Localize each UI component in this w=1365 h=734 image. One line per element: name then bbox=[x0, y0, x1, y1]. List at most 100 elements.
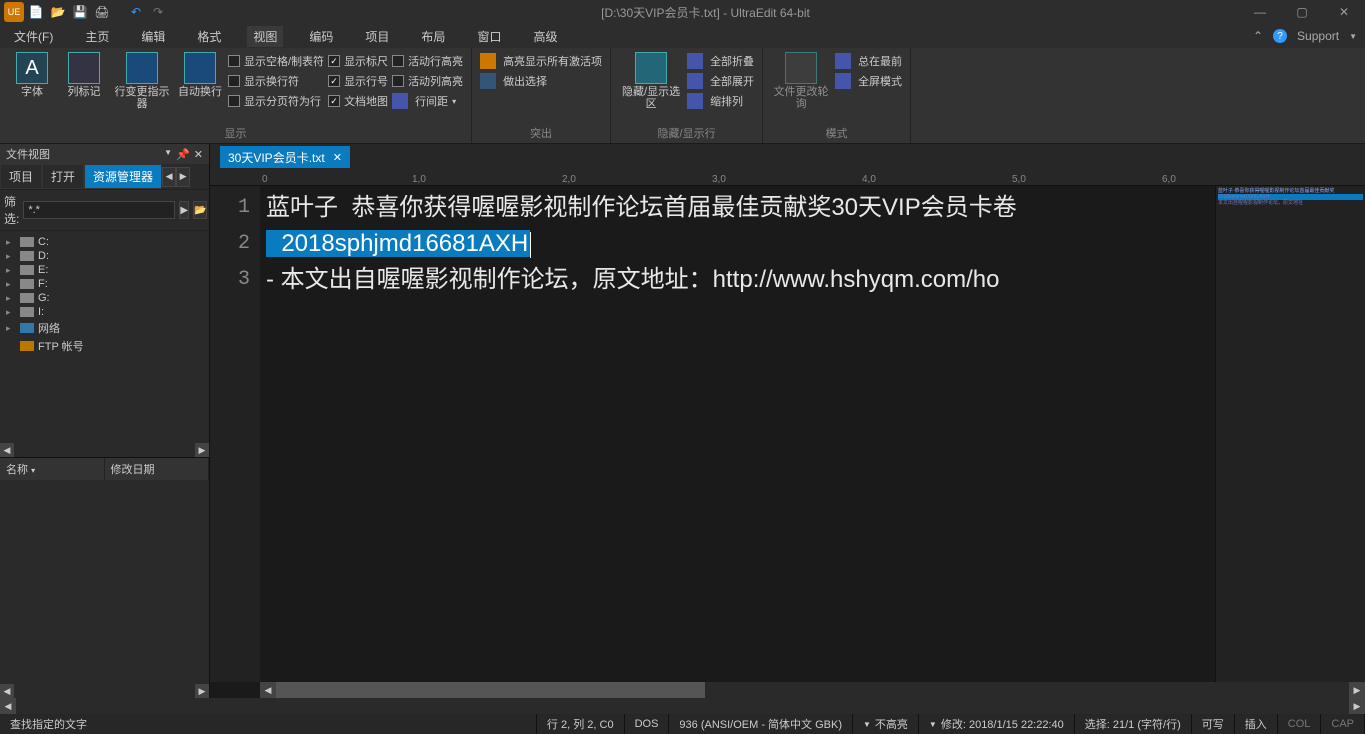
panel-close-icon[interactable]: ✕ bbox=[194, 148, 203, 161]
menu-file[interactable]: 文件(F) bbox=[8, 26, 59, 47]
chk-hl-active-line[interactable]: 活动行高亮 bbox=[392, 52, 463, 70]
drive-icon bbox=[20, 307, 34, 317]
editor-hscroll[interactable]: ◀▶ bbox=[260, 682, 1365, 698]
menu-home[interactable]: 主页 bbox=[79, 26, 115, 47]
app-icon: UE bbox=[4, 2, 24, 22]
line-indicator-button[interactable]: 行变更指示器 bbox=[112, 52, 172, 110]
status-insert[interactable]: 插入 bbox=[1235, 714, 1278, 734]
status-encoding[interactable]: 936 (ANSI/OEM - 简体中文 GBK) bbox=[669, 714, 853, 734]
panel-tab-next[interactable]: ▶ bbox=[176, 167, 190, 187]
open-file-icon[interactable]: 📂 bbox=[48, 2, 68, 22]
tree-drive-i[interactable]: ▸I: bbox=[6, 305, 203, 319]
menu-encode[interactable]: 编码 bbox=[303, 26, 339, 47]
tree-network[interactable]: ▸网络 bbox=[6, 319, 203, 337]
drive-tree[interactable]: ▸C: ▸D: ▸E: ▸F: ▸G: ▸I: ▸网络 FTP 帐号 bbox=[0, 231, 209, 443]
panel-tab-prev[interactable]: ◀ bbox=[162, 167, 176, 187]
file-list[interactable] bbox=[0, 480, 209, 684]
panel-title-bar: 文件视图 ▼ 📌 ✕ bbox=[0, 144, 209, 164]
highlight-icon bbox=[480, 53, 496, 69]
drive-icon bbox=[20, 237, 34, 247]
close-button[interactable]: ✕ bbox=[1323, 0, 1365, 24]
list-hscroll[interactable]: ◀▶ bbox=[0, 684, 209, 698]
list-header: 名称 ▾ 修改日期 bbox=[0, 457, 209, 480]
shrink-list[interactable]: 缩排列 bbox=[687, 92, 754, 110]
document-tab-close-icon[interactable]: ✕ bbox=[333, 151, 342, 164]
print-icon[interactable]: 🖨 bbox=[92, 2, 112, 22]
maximize-button[interactable]: ▢ bbox=[1281, 0, 1323, 24]
support-dropdown-icon[interactable]: ▼ bbox=[1349, 32, 1357, 41]
save-icon[interactable]: 💾 bbox=[70, 2, 90, 22]
drive-icon bbox=[20, 279, 34, 289]
panel-menu-icon[interactable]: ▼ bbox=[164, 148, 172, 161]
redo-icon[interactable]: ↷ bbox=[148, 2, 168, 22]
status-highlight[interactable]: ▼不高亮 bbox=[853, 714, 919, 734]
col-date[interactable]: 修改日期 bbox=[105, 458, 210, 480]
menu-advanced[interactable]: 高级 bbox=[527, 26, 563, 47]
code-area[interactable]: 蓝叶子 恭喜你获得喔喔影视制作论坛首届最佳贡献奖30天VIP会员卡卷 2018s… bbox=[260, 186, 1215, 682]
shrink-icon bbox=[687, 93, 703, 109]
filter-go-button[interactable]: ▶ bbox=[179, 201, 189, 219]
fold-all[interactable]: 全部折叠 bbox=[687, 52, 754, 70]
minimap[interactable]: 蓝叶子 恭喜你获得喔喔影视制作论坛首届最佳贡献奖 2018sphjmd16681… bbox=[1215, 186, 1365, 682]
chk-hl-active-col[interactable]: 活动列高亮 bbox=[392, 72, 463, 90]
status-readwrite[interactable]: 可写 bbox=[1192, 714, 1235, 734]
selection: 2018sphjmd16681AXH bbox=[266, 230, 530, 257]
tree-drive-d[interactable]: ▸D: bbox=[6, 249, 203, 263]
tree-drive-e[interactable]: ▸E: bbox=[6, 263, 203, 277]
hl-all-active[interactable]: 高亮显示所有激活项 bbox=[480, 52, 602, 70]
always-on-top[interactable]: 总在最前 bbox=[835, 52, 902, 70]
chk-show-spaces[interactable]: 显示空格/制表符 bbox=[228, 52, 324, 70]
menu-layout[interactable]: 布局 bbox=[415, 26, 451, 47]
group-hide-show: 隐藏/显示选区 全部折叠 全部展开 缩排列 隐藏/显示行 bbox=[611, 48, 763, 143]
panel-title: 文件视图 bbox=[6, 146, 50, 162]
window-title: [D:\30天VIP会员卡.txt] - UltraEdit 64-bit bbox=[172, 4, 1239, 21]
font-button[interactable]: A字体 bbox=[8, 52, 56, 98]
ontop-icon bbox=[835, 53, 851, 69]
chk-show-wrap[interactable]: 显示换行符 bbox=[228, 72, 324, 90]
app-hscroll[interactable]: ◀▶ bbox=[0, 698, 1365, 714]
panel-tab-open[interactable]: 打开 bbox=[42, 164, 84, 189]
panel-tabs: 项目 打开 资源管理器 bbox=[0, 164, 162, 189]
help-icon[interactable]: ? bbox=[1273, 29, 1287, 43]
status-col-mode[interactable]: COL bbox=[1278, 714, 1322, 734]
filter-input[interactable] bbox=[23, 201, 175, 219]
panel-tab-explorer[interactable]: 资源管理器 bbox=[84, 164, 162, 189]
tree-drive-g[interactable]: ▸G: bbox=[6, 291, 203, 305]
ribbon-collapse-icon[interactable]: ⌃ bbox=[1253, 29, 1263, 43]
menu-format[interactable]: 格式 bbox=[191, 26, 227, 47]
chk-show-pagebreak[interactable]: 显示分页符为行 bbox=[228, 92, 324, 110]
group-mode: 文件更改轮询 总在最前 全屏模式 模式 bbox=[763, 48, 911, 143]
chk-show-lineno[interactable]: 显示行号 bbox=[328, 72, 388, 90]
window-controls: — ▢ ✕ bbox=[1239, 0, 1365, 24]
panel-tab-project[interactable]: 项目 bbox=[0, 164, 42, 189]
column-marker-button[interactable]: 列标记 bbox=[60, 52, 108, 98]
unfold-all[interactable]: 全部展开 bbox=[687, 72, 754, 90]
menu-window[interactable]: 窗口 bbox=[471, 26, 507, 47]
status-eol[interactable]: DOS bbox=[625, 714, 670, 734]
file-change-poll-button[interactable]: 文件更改轮询 bbox=[771, 52, 831, 110]
support-link[interactable]: Support bbox=[1297, 29, 1339, 43]
autowrap-button[interactable]: 自动换行 bbox=[176, 52, 224, 98]
panel-pin-icon[interactable]: 📌 bbox=[176, 148, 190, 161]
drive-icon bbox=[20, 251, 34, 261]
tree-drive-c[interactable]: ▸C: bbox=[6, 235, 203, 249]
menu-view[interactable]: 视图 bbox=[247, 26, 283, 47]
caret bbox=[530, 232, 531, 258]
chk-docmap[interactable]: 文档地图 bbox=[328, 92, 388, 110]
undo-icon[interactable]: ↶ bbox=[126, 2, 146, 22]
make-selection[interactable]: 做出选择 bbox=[480, 72, 602, 90]
new-file-icon[interactable]: 📄 bbox=[26, 2, 46, 22]
col-name[interactable]: 名称 ▾ bbox=[0, 458, 105, 480]
tree-hscroll[interactable]: ◀▶ bbox=[0, 443, 209, 457]
minimize-button[interactable]: — bbox=[1239, 0, 1281, 24]
fullscreen-mode[interactable]: 全屏模式 bbox=[835, 72, 902, 90]
tree-drive-f[interactable]: ▸F: bbox=[6, 277, 203, 291]
tree-ftp[interactable]: FTP 帐号 bbox=[6, 337, 203, 355]
document-tab[interactable]: 30天VIP会员卡.txt ✕ bbox=[220, 146, 350, 168]
menu-edit[interactable]: 编辑 bbox=[135, 26, 171, 47]
hide-show-selection-button[interactable]: 隐藏/显示选区 bbox=[619, 52, 683, 110]
menu-project[interactable]: 项目 bbox=[359, 26, 395, 47]
filter-browse-button[interactable]: 📂 bbox=[193, 201, 207, 219]
chk-show-ruler[interactable]: 显示标尺 bbox=[328, 52, 388, 70]
linespace-button[interactable]: 行间距 ▾ bbox=[392, 92, 463, 110]
